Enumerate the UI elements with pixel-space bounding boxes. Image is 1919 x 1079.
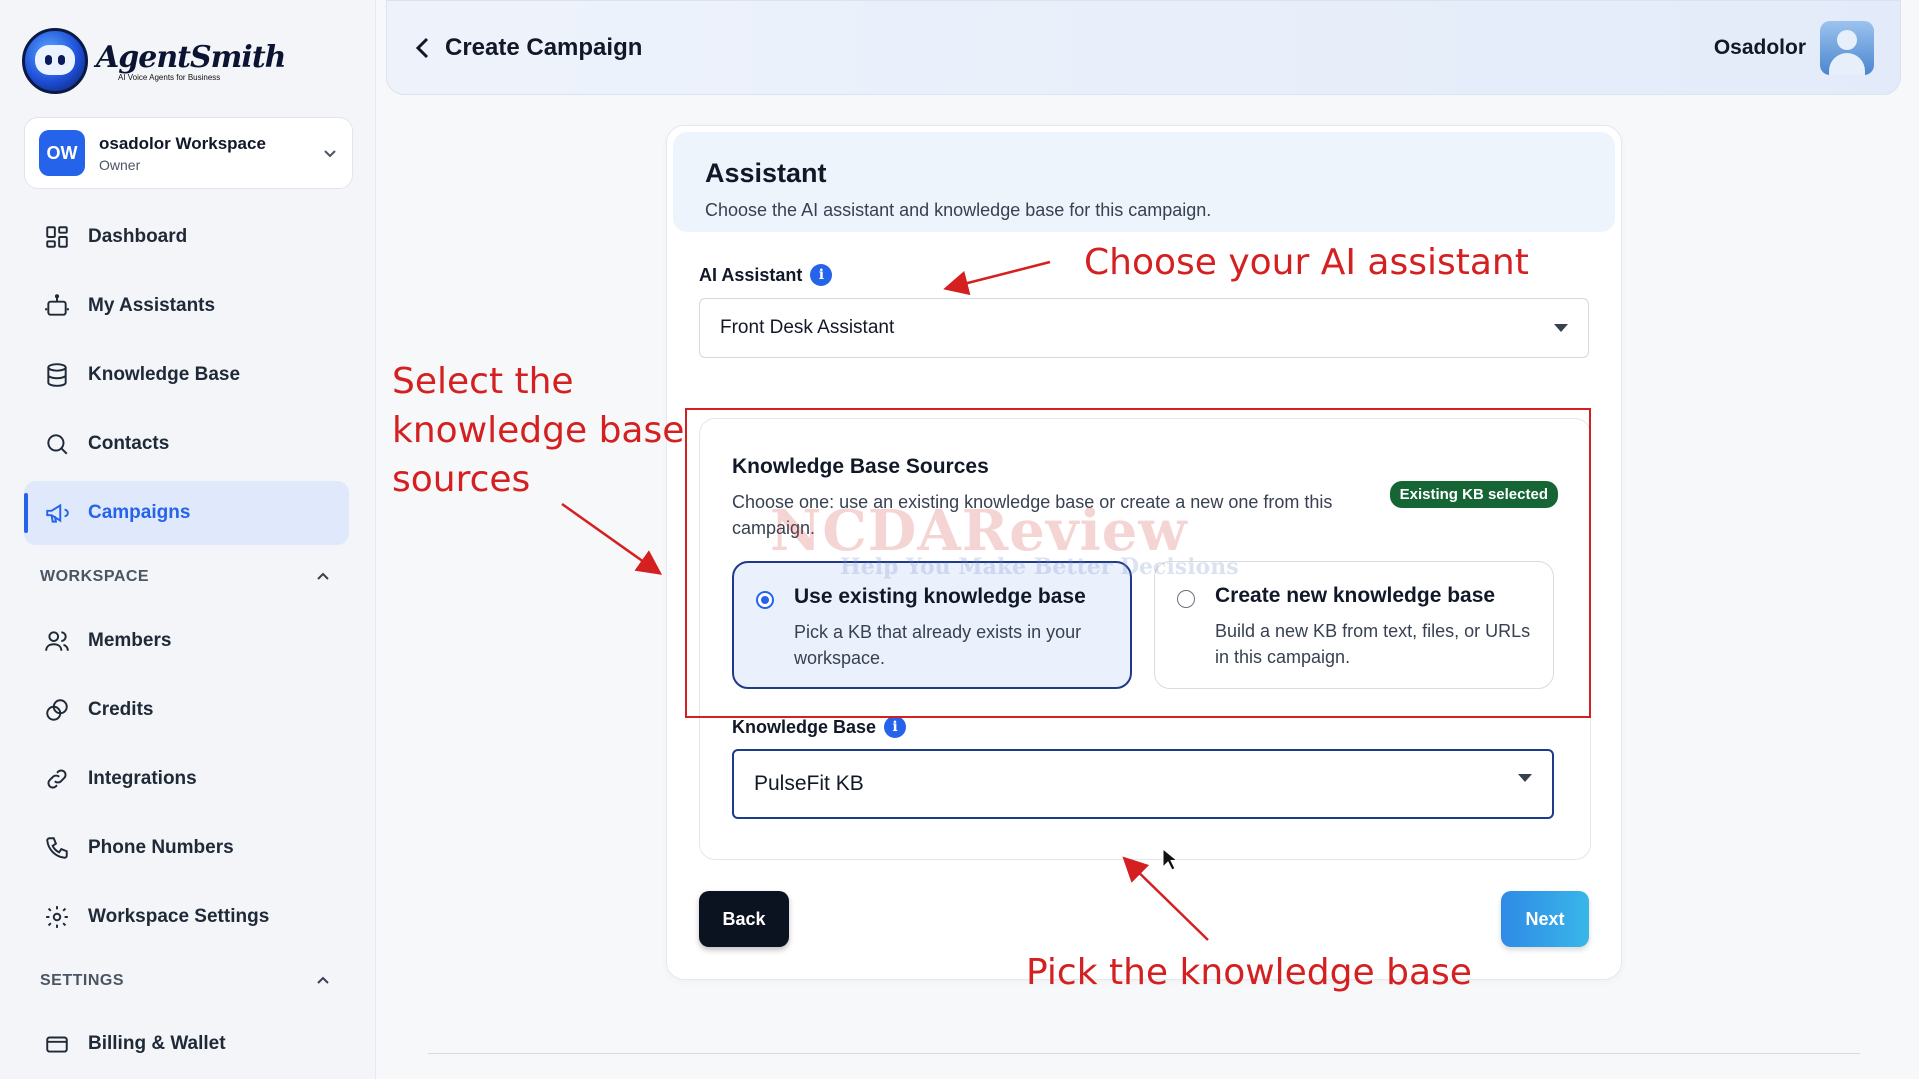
settings-nav: Billing & Wallet <box>24 1012 349 1079</box>
nav-label: Integrations <box>88 768 197 789</box>
back-button[interactable]: Back <box>699 891 789 947</box>
database-icon <box>47 363 67 387</box>
user-name: Osadolor <box>1713 35 1806 59</box>
ai-assistant-label: AI Assistant i <box>699 264 833 286</box>
nav-item-dashboard[interactable]: Dashboard <box>24 205 349 269</box>
nav-label: Knowledge Base <box>88 364 241 385</box>
nav-item-contacts[interactable]: Contacts <box>24 412 349 476</box>
caret-down-icon <box>1554 324 1568 332</box>
chevron-left-icon[interactable] <box>413 35 433 61</box>
workspace-avatar: OW <box>39 130 85 176</box>
workspace-switcher[interactable]: OW osadolor Workspace Owner <box>24 117 353 189</box>
top-header: Create Campaign Osadolor <box>386 0 1901 95</box>
workspace-role: Owner <box>99 156 141 173</box>
nav-label: Members <box>88 630 172 651</box>
nav-label: Campaigns <box>88 502 191 523</box>
card-title: Assistant <box>705 158 827 188</box>
megaphone-icon <box>46 503 69 523</box>
caret-down-icon <box>1518 774 1532 782</box>
workspace-name: osadolor Workspace <box>99 133 266 153</box>
nav-item-workspace-settings[interactable]: Workspace Settings <box>24 885 349 949</box>
nav-item-members[interactable]: Members <box>24 609 349 673</box>
coins-icon <box>46 699 68 721</box>
phone-icon <box>46 837 68 859</box>
gear-icon <box>46 906 68 928</box>
nav-item-phone-numbers[interactable]: Phone Numbers <box>24 816 349 880</box>
footer-divider <box>428 1053 1860 1054</box>
users-icon <box>45 631 69 651</box>
avatar <box>1820 20 1874 75</box>
nav-item-integrations[interactable]: Integrations <box>24 747 349 811</box>
search-icon <box>47 434 68 455</box>
info-icon[interactable]: i <box>884 716 907 738</box>
brand-name: AgentSmith <box>96 40 286 75</box>
knowledge-base-label: Knowledge Base i <box>732 716 907 738</box>
grid-icon <box>46 226 68 248</box>
annotation-choose-assistant: Choose your AI assistant <box>1084 242 1529 283</box>
ai-assistant-select[interactable]: Front Desk Assistant <box>699 298 1589 358</box>
nav-label: Workspace Settings <box>88 906 270 927</box>
next-button[interactable]: Next <box>1501 891 1589 947</box>
nav-item-campaigns[interactable]: Campaigns <box>24 481 349 545</box>
workspace-nav: Members Credits Integrations Phone Numbe… <box>24 609 349 954</box>
user-menu[interactable]: Osadolor <box>1713 20 1874 75</box>
nav-item-credits[interactable]: Credits <box>24 678 349 742</box>
link-icon <box>47 769 67 789</box>
sidebar: AgentSmith AI Voice Agents for Business … <box>0 0 376 1079</box>
nav-label: Dashboard <box>88 226 188 247</box>
nav-item-my-assistants[interactable]: My Assistants <box>24 274 349 338</box>
chevron-up-icon <box>317 976 329 984</box>
main-nav: Dashboard My Assistants Knowledge Base C… <box>24 205 349 550</box>
robot-icon <box>45 294 69 316</box>
brand-logo[interactable]: AgentSmith AI Voice Agents for Business <box>22 28 286 94</box>
wallet-icon <box>46 1036 68 1053</box>
workspace-section-toggle[interactable]: WORKSPACE <box>40 568 330 586</box>
nav-label: Contacts <box>88 433 170 454</box>
knowledge-base-select[interactable]: PulseFit KB <box>732 749 1554 819</box>
nav-label: Credits <box>88 699 154 720</box>
chevron-up-icon <box>317 572 329 580</box>
settings-section-toggle[interactable]: SETTINGS <box>40 972 330 990</box>
mouse-cursor-icon <box>1162 848 1176 871</box>
card-header: Assistant Choose the AI assistant and kn… <box>673 132 1615 232</box>
chevron-down-icon <box>324 150 336 158</box>
ai-assistant-value: Front Desk Assistant <box>720 317 895 338</box>
knowledge-base-value: PulseFit KB <box>754 772 864 795</box>
robot-logo-icon <box>22 28 88 94</box>
card-subtitle: Choose the AI assistant and knowledge ba… <box>705 200 1212 220</box>
nav-label: Phone Numbers <box>88 837 234 858</box>
info-icon[interactable]: i <box>810 264 833 286</box>
nav-item-knowledge-base[interactable]: Knowledge Base <box>24 343 349 407</box>
nav-label: My Assistants <box>88 295 216 316</box>
page-title: Create Campaign <box>445 33 643 61</box>
annotation-pick-kb: Pick the knowledge base <box>1026 952 1472 993</box>
nav-item-billing-wallet[interactable]: Billing & Wallet <box>24 1012 349 1076</box>
annotation-select-sources: Select the knowledge base sources <box>392 361 685 500</box>
highlight-frame <box>685 408 1591 718</box>
nav-label: Billing & Wallet <box>88 1033 226 1054</box>
